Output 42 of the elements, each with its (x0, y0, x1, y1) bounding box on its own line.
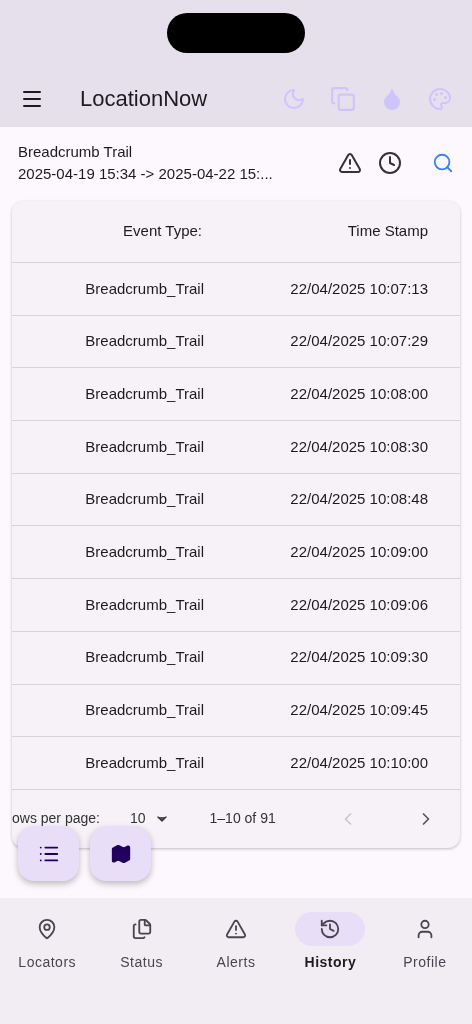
table-cell-text: 22/04/2025 10:09:00 (289, 542, 429, 563)
table-cell-text: 22/04/2025 10:10:00 (289, 752, 429, 773)
search-icon[interactable] (432, 152, 454, 174)
nav-tab[interactable]: Alerts (188, 912, 284, 1024)
app-title: LocationNow (80, 85, 209, 113)
map-button[interactable] (90, 826, 151, 881)
map-icon (109, 842, 132, 865)
table-cell-text: 22/04/2025 10:07:29 (289, 331, 429, 352)
table-cell-text: Breadcrumb_Trail (84, 278, 204, 299)
report-title: Breadcrumb Trail (18, 142, 134, 162)
table-cell-text: Breadcrumb_Trail (84, 436, 204, 457)
table-cell-text: Breadcrumb_Trail (84, 647, 204, 668)
table-cell-text: 22/04/2025 10:09:30 (289, 647, 429, 668)
table-cell-text: 22/04/2025 10:09:45 (289, 700, 429, 721)
table-cell-text: Breadcrumb_Trail (84, 489, 204, 510)
nav-tab[interactable]: History (283, 912, 378, 1024)
table-cell-text: Breadcrumb_Trail (84, 752, 204, 773)
table-cell-text: 22/04/2025 10:09:06 (289, 594, 429, 615)
rows-per-page-select[interactable]: 10 (129, 808, 170, 830)
table-cell-text: 22/04/2025 10:08:00 (289, 383, 429, 404)
page-range: 1–10 of 91 (209, 809, 276, 829)
table-cell-text: 22/04/2025 10:08:30 (289, 436, 429, 457)
table-cell-text: Breadcrumb_Trail (84, 383, 204, 404)
nav-tab[interactable]: Status (94, 912, 189, 1024)
list-button[interactable] (18, 826, 79, 881)
warning-icon (225, 918, 247, 940)
phone-stack-icon (130, 918, 153, 940)
table-cell-text: 22/04/2025 10:07:13 (289, 278, 429, 299)
nav-tab[interactable]: Locators (0, 912, 95, 1024)
rows-per-page-label: ows per page: (12, 809, 100, 829)
column-header: Time Stamp (346, 221, 429, 242)
clock-icon[interactable] (378, 151, 402, 175)
history-icon (319, 918, 342, 940)
table-cell-text: Breadcrumb_Trail (84, 331, 204, 352)
table-cell-text: Breadcrumb_Trail (84, 594, 204, 615)
column-header: Event Type: (122, 221, 202, 242)
table-cell-text: Breadcrumb_Trail (84, 542, 204, 563)
warning-icon[interactable] (338, 151, 362, 175)
nav-tab[interactable]: Profile (377, 912, 472, 1024)
table-cell-text: Breadcrumb_Trail (84, 700, 204, 721)
table-cell-text: 22/04/2025 10:08:48 (289, 489, 429, 510)
date-range: 2025-04-19 15:34 -> 2025-04-22 15:... (18, 164, 274, 184)
